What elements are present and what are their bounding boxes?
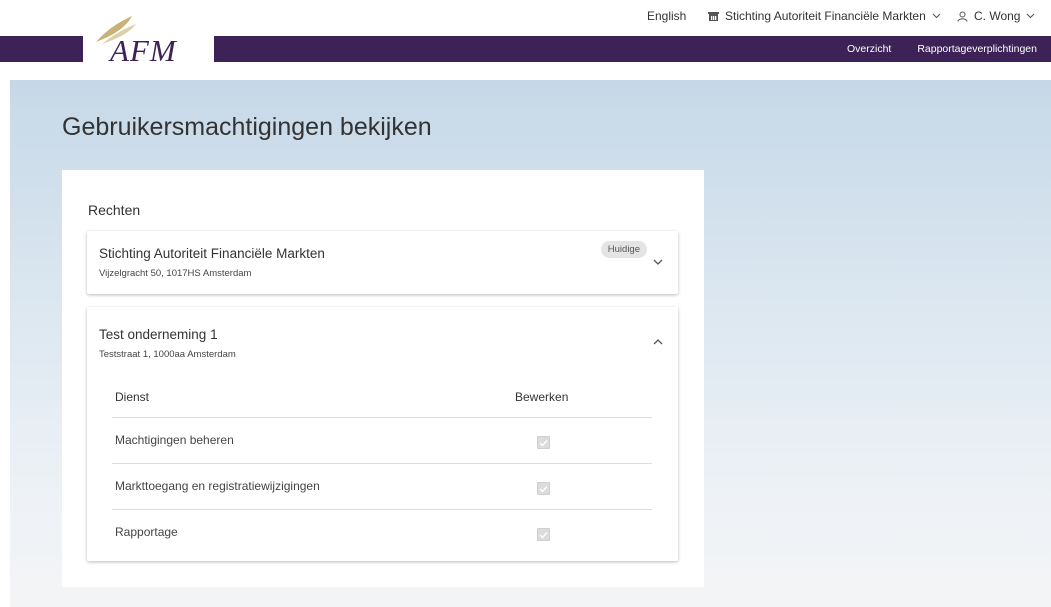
- afm-logo[interactable]: AFM: [88, 14, 218, 68]
- organization-card-afm[interactable]: Stichting Autoriteit Financiële Markten …: [87, 231, 678, 294]
- service-name: Rapportage: [115, 525, 178, 539]
- edit-checkbox[interactable]: [537, 528, 550, 541]
- organization-address: Vijzelgracht 50, 1017HS Amsterdam: [99, 268, 252, 279]
- user-menu[interactable]: C. Wong: [957, 9, 1035, 23]
- organization-switcher[interactable]: Stichting Autoriteit Financiële Markten: [708, 9, 941, 23]
- table-header: Dienst Bewerken: [112, 377, 652, 418]
- edit-checkbox[interactable]: [537, 436, 550, 449]
- current-badge: Huidige: [600, 241, 647, 258]
- column-header-dienst: Dienst: [115, 390, 150, 404]
- chevron-down-icon[interactable]: [652, 256, 664, 268]
- organization-name: Test onderneming 1: [99, 327, 218, 342]
- table-row: Markttoegang en registratiewijzigingen: [112, 464, 652, 510]
- logo-text: AFM: [110, 33, 177, 68]
- edit-checkbox[interactable]: [537, 482, 550, 495]
- section-title: Rechten: [88, 202, 141, 218]
- permissions-table: Dienst Bewerken Machtigingen beheren Mar…: [112, 377, 652, 555]
- user-icon: [957, 11, 968, 22]
- column-header-bewerken: Bewerken: [515, 390, 569, 404]
- building-icon: [708, 11, 719, 21]
- user-name: C. Wong: [974, 9, 1021, 23]
- chevron-down-icon: [1026, 11, 1035, 21]
- permissions-panel: Rechten Stichting Autoriteit Financiële …: [62, 170, 704, 587]
- language-label: English: [647, 9, 687, 23]
- check-icon: [539, 439, 548, 447]
- check-icon: [539, 485, 548, 493]
- check-icon: [539, 531, 548, 539]
- organization-name: Stichting Autoriteit Financiële Markten: [99, 246, 325, 261]
- organization-address: Teststraat 1, 1000aa Amsterdam: [99, 349, 236, 360]
- chevron-down-icon: [932, 11, 941, 21]
- nav-overzicht[interactable]: Overzicht: [847, 43, 891, 55]
- page-title: Gebruikersmachtigingen bekijken: [62, 113, 432, 141]
- nav-rapportageverplichtingen[interactable]: Rapportageverplichtingen: [917, 43, 1037, 55]
- service-name: Machtigingen beheren: [115, 433, 234, 447]
- service-name: Markttoegang en registratiewijzigingen: [115, 479, 320, 493]
- table-row: Machtigingen beheren: [112, 418, 652, 464]
- language-switch[interactable]: English: [647, 9, 686, 23]
- chevron-up-icon[interactable]: [652, 336, 664, 348]
- organization-card-test[interactable]: Test onderneming 1 Teststraat 1, 1000aa …: [87, 307, 678, 561]
- nav-links: Overzicht Rapportageverplichtingen: [847, 36, 1037, 62]
- organization-name: Stichting Autoriteit Financiële Markten: [725, 9, 926, 23]
- table-row: Rapportage: [112, 510, 652, 555]
